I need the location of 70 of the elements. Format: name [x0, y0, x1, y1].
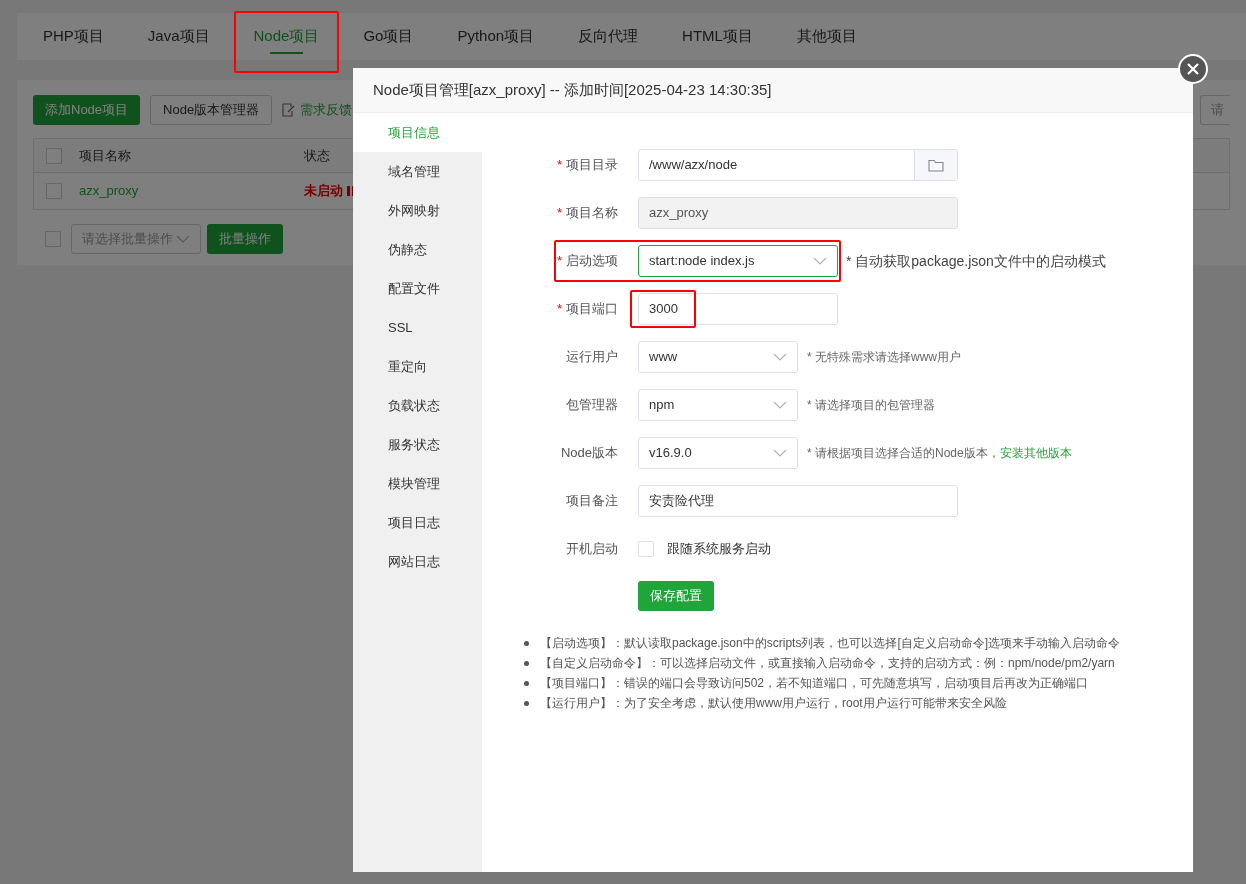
required-mark: * — [556, 156, 562, 175]
field-label: 启动选项 — [566, 252, 618, 271]
project-tab[interactable]: HTML项目 — [664, 13, 771, 60]
select-all-checkbox[interactable] — [46, 147, 62, 164]
dialog-title: Node项目管理[azx_proxy] -- 添加时间[2025-04-23 14:30:35] — [373, 79, 772, 100]
path-field[interactable]: /www/azx/node — [638, 149, 958, 181]
required-mark: * — [556, 300, 562, 319]
nav-item[interactable]: 负载状态 — [353, 386, 482, 425]
select-field[interactable]: www — [638, 341, 798, 373]
project-tab[interactable]: Go项目 — [345, 13, 432, 60]
folder-icon — [928, 158, 944, 172]
field-label: 包管理器 — [566, 396, 618, 415]
nav-item[interactable]: 服务状态 — [353, 425, 482, 464]
chevron-down-icon — [773, 449, 787, 457]
nav-item[interactable]: 重定向 — [353, 347, 482, 386]
note-text: 【项目端口】：错误的端口会导致访问502，若不知道端口，可先随意填写，启动项目后再改为正确端口 — [540, 675, 1089, 692]
note-text: 【启动选项】：默认读取package.json中的scripts列表，也可以选择[自定义启动命令]选项来手动输入启动命令 — [540, 635, 1121, 652]
select-field[interactable]: v16.9.0 — [638, 437, 798, 469]
name-field[interactable]: azx_proxy — [638, 197, 958, 229]
select-field[interactable]: start:node index.js — [638, 245, 838, 277]
chevron-down-icon — [813, 257, 827, 265]
nav-item[interactable]: 配置文件 — [353, 269, 482, 308]
checkbox-label: 跟随系统服务启动 — [667, 540, 771, 559]
field-hint: * 自动获取package.json文件中的启动模式 — [846, 251, 1106, 271]
field-label: Node版本 — [560, 444, 618, 463]
column-header: 状态 — [304, 146, 330, 165]
version-manager-button[interactable]: Node版本管理器 — [150, 95, 273, 125]
folder-button[interactable] — [914, 150, 957, 180]
bullet-icon — [524, 700, 529, 706]
nav-item[interactable]: 模块管理 — [353, 464, 482, 503]
select-field[interactable]: npm — [638, 389, 798, 421]
required-mark: * — [556, 252, 562, 271]
nav-item[interactable]: 网站日志 — [353, 542, 482, 581]
nav-item[interactable]: 外网映射 — [353, 191, 482, 230]
project-tab[interactable]: Java项目 — [129, 13, 228, 60]
field-hint: * 无特殊需求请选择www用户 — [807, 349, 961, 366]
required-mark: * — [556, 204, 562, 223]
status-text: 未启动 — [304, 182, 343, 201]
chevron-down-icon — [773, 401, 787, 409]
text-field[interactable]: 安责险代理 — [638, 485, 958, 517]
field-label: 项目名称 — [566, 204, 618, 223]
chevron-down-icon — [176, 235, 190, 243]
chevron-down-icon — [773, 353, 787, 361]
bullet-icon — [524, 680, 529, 686]
checkbox[interactable] — [638, 541, 654, 557]
column-header: 项目名称 — [79, 146, 132, 165]
project-tab[interactable]: 其他项目 — [778, 13, 875, 60]
edit-note-icon — [282, 103, 296, 117]
field-hint: * 请根据项目选择合适的Node版本，安装其他版本 — [807, 445, 1072, 462]
project-tab[interactable]: Python项目 — [439, 13, 553, 60]
project-tab[interactable]: 反向代理 — [560, 13, 657, 60]
close-icon — [1187, 63, 1199, 75]
nav-item[interactable]: SSL — [353, 308, 482, 347]
bullet-icon — [524, 640, 529, 646]
field-label: 开机启动 — [566, 540, 618, 559]
batch-checkbox[interactable] — [45, 231, 61, 247]
field-label: 项目目录 — [566, 156, 618, 175]
field-label: 运行用户 — [566, 348, 618, 367]
project-tab[interactable]: PHP项目 — [25, 13, 122, 60]
field-hint: * 请选择项目的包管理器 — [807, 397, 935, 414]
note-text: 【运行用户】：为了安全考虑，默认使用www用户运行，root用户运行可能带来安全风险 — [540, 695, 1007, 712]
bullet-icon — [524, 660, 529, 666]
note-text: 【自定义启动命令】：可以选择启动文件，或直接输入启动命令，支持的启动方式：例：npm/node/pm2/yarn — [540, 655, 1115, 672]
nav-item[interactable]: 域名管理 — [353, 152, 482, 191]
field-label: 项目备注 — [566, 492, 618, 511]
text-field[interactable]: 3000 — [638, 293, 838, 325]
nav-item[interactable]: 伪静态 — [353, 230, 482, 269]
nav-item[interactable]: 项目日志 — [353, 503, 482, 542]
field-label: 项目端口 — [566, 300, 618, 319]
row-checkbox[interactable] — [46, 183, 62, 199]
